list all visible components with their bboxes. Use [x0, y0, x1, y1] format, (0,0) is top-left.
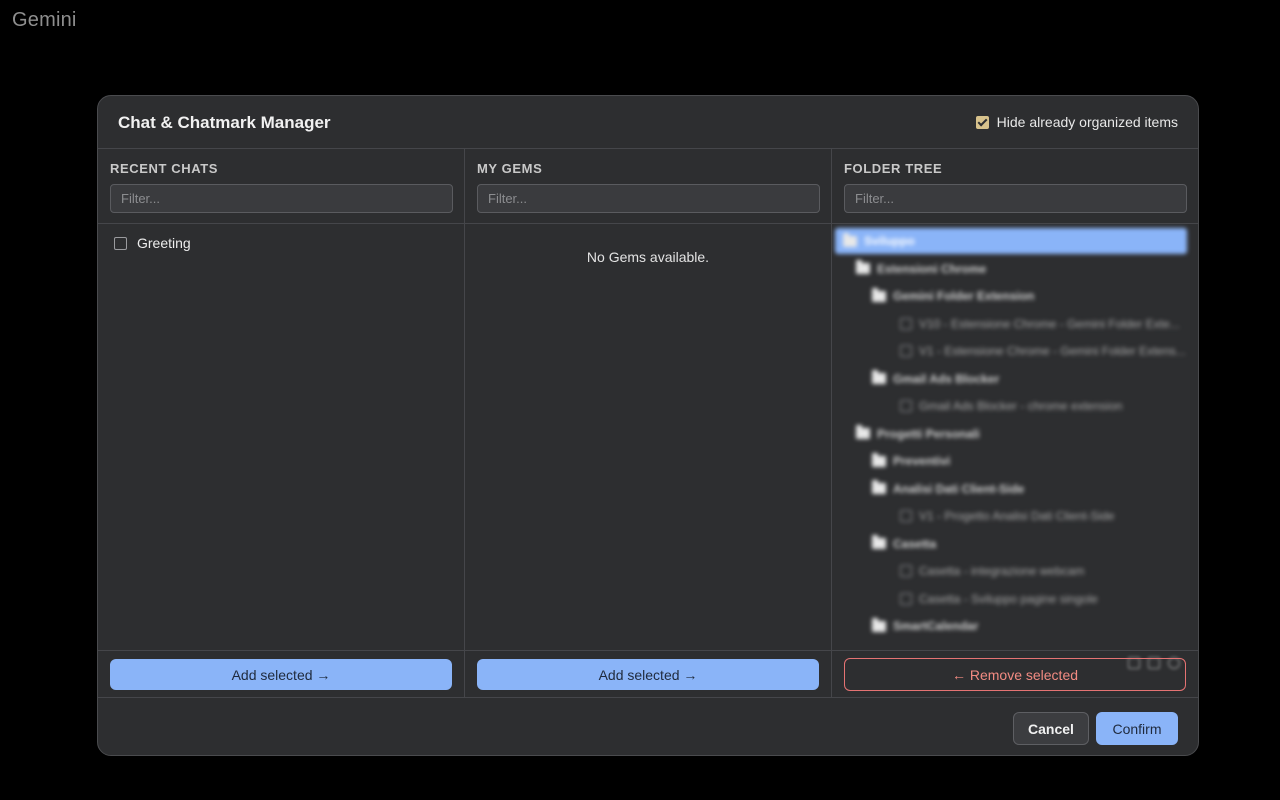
tree-row-label: V1 - Progetto Analisi Dati Client-Side	[919, 509, 1115, 523]
tree-row-label: Analisi Dati Client-Side	[893, 481, 1025, 496]
tree-chat-row[interactable]: V1 - Progetto Analisi Dati Client-Side	[900, 503, 1114, 529]
add-selected-chats-button[interactable]: Add selected →	[110, 659, 452, 690]
tree-row-label: V10 - Estensione Chrome - Gemini Folder …	[919, 316, 1180, 331]
empty-gems-message: No Gems available.	[586, 249, 710, 265]
folder-icon	[872, 617, 886, 632]
folder-icon	[856, 425, 870, 439]
tree-chat-row[interactable]: Gmail Ads Blocker - chrome extension	[900, 393, 1122, 419]
columns-container: RECENT CHATS Greeting Add selected → MY …	[98, 149, 1198, 697]
dialog-footer: Cancel Confirm	[98, 697, 1198, 755]
hide-organized-toggle[interactable]: Hide already organized items	[975, 114, 1178, 130]
dialog-title: Chat & Chatmark Manager	[118, 113, 331, 132]
tree-item-checkbox[interactable]	[900, 592, 912, 605]
recent-chats-filter-input[interactable]	[110, 184, 453, 213]
folder-tree-filter-input[interactable]	[844, 184, 1187, 213]
folder-row[interactable]: Casetta	[872, 531, 936, 557]
folder-icon	[872, 480, 886, 494]
tree-item-checkbox[interactable]	[900, 400, 912, 412]
tree-row-label: Gmail Ads Blocker	[893, 371, 1000, 386]
tree-row-label: Sviluppo	[864, 234, 915, 248]
tree-row-label: SmartCalendar	[893, 619, 979, 633]
folder-icon	[843, 232, 857, 247]
folder-tree: Sviluppo Estensioni Chrome Gemini Folder E…	[832, 224, 1198, 650]
my-gems-column: MY GEMS No Gems available. Add selected …	[465, 149, 832, 697]
tree-row-label: V1 - Estensione Chrome - Gemini Folder E…	[919, 344, 1186, 358]
hide-organized-checkbox[interactable]	[975, 115, 989, 129]
folder-row[interactable]: Progetti Personali	[856, 421, 980, 447]
tree-row-label: Casetta - integrazione webcam	[919, 564, 1085, 578]
my-gems-title: MY GEMS	[477, 161, 543, 176]
chat-checkbox[interactable]	[114, 236, 127, 250]
my-gems-footer: Add selected →	[465, 650, 831, 697]
recent-chats-title: RECENT CHATS	[110, 161, 219, 176]
tree-item-checkbox[interactable]	[900, 565, 912, 577]
tree-chat-row[interactable]: V10 - Estensione Chrome - Gemini Folder …	[900, 311, 1180, 337]
folder-icon	[856, 260, 870, 274]
recent-chats-column: RECENT CHATS Greeting Add selected →	[98, 149, 465, 697]
recent-chats-header: RECENT CHATS	[98, 149, 464, 224]
folder-row[interactable]: Sviluppo	[835, 228, 1187, 254]
dialog-header: Chat & Chatmark Manager Hide already org…	[98, 96, 1198, 149]
my-gems-header: MY GEMS	[465, 149, 831, 224]
chat-manager-dialog: Chat & Chatmark Manager Hide already org…	[97, 95, 1199, 756]
folder-icon	[872, 452, 886, 467]
folder-row[interactable]: Gmail Ads Blocker	[872, 366, 999, 392]
chat-label: Greeting	[137, 235, 191, 251]
recent-chats-list: Greeting	[98, 224, 464, 650]
tree-chat-row[interactable]: Casetta - integrazione webcam	[900, 558, 1084, 584]
remove-selected-button[interactable]: ← Remove selected	[844, 658, 1186, 691]
folder-icon	[872, 535, 886, 549]
tree-row-label: Gemini Folder Extension	[893, 289, 1035, 303]
tree-item-checkbox[interactable]	[900, 345, 912, 357]
confirm-button[interactable]: Confirm	[1096, 712, 1178, 745]
tree-row-label: Casetta - Sviluppo pagine singole	[919, 591, 1098, 606]
folder-tree-header: FOLDER TREE	[832, 149, 1198, 224]
folder-tree-footer: ← Remove selected	[832, 650, 1198, 697]
tree-row-label: Estensioni Chrome	[877, 261, 987, 276]
list-item[interactable]: Greeting	[114, 235, 191, 251]
tree-item-checkbox[interactable]	[900, 317, 912, 330]
app-title: Gemini	[12, 9, 77, 31]
folder-icon	[872, 287, 886, 302]
tree-row-label: Gmail Ads Blocker - chrome extension	[919, 399, 1123, 413]
my-gems-filter-input[interactable]	[477, 184, 820, 213]
hide-organized-label: Hide already organized items	[996, 114, 1178, 130]
cancel-button[interactable]: Cancel	[1013, 712, 1089, 745]
tree-chat-row[interactable]: Casetta - Sviluppo pagine singole	[900, 586, 1098, 612]
folder-tree-title: FOLDER TREE	[844, 161, 943, 176]
tree-chat-row[interactable]: V1 - Estensione Chrome - Gemini Folder E…	[900, 338, 1186, 364]
tree-row-label: Casetta	[893, 536, 937, 551]
add-selected-gems-button[interactable]: Add selected →	[477, 659, 819, 690]
folder-row[interactable]: Analisi Dati Client-Side	[872, 476, 1024, 502]
tree-row-label: Progetti Personali	[877, 426, 980, 441]
folder-row[interactable]: Gemini Folder Extension	[872, 283, 1034, 309]
folder-row[interactable]: Preventivi	[872, 448, 950, 474]
folder-icon	[872, 370, 886, 384]
folder-row[interactable]: SmartCalendar	[872, 613, 978, 639]
my-gems-list: No Gems available.	[465, 224, 831, 650]
folder-tree-column: FOLDER TREE Sviluppo Estensioni Chrome Gem…	[832, 149, 1198, 697]
folder-row[interactable]: Estensioni Chrome	[856, 256, 986, 282]
tree-row-label: Preventivi	[893, 454, 951, 468]
folder-tree-list: Sviluppo Estensioni Chrome Gemini Folder E…	[832, 224, 1198, 669]
recent-chats-footer: Add selected →	[98, 650, 464, 697]
tree-item-checkbox[interactable]	[900, 510, 912, 522]
